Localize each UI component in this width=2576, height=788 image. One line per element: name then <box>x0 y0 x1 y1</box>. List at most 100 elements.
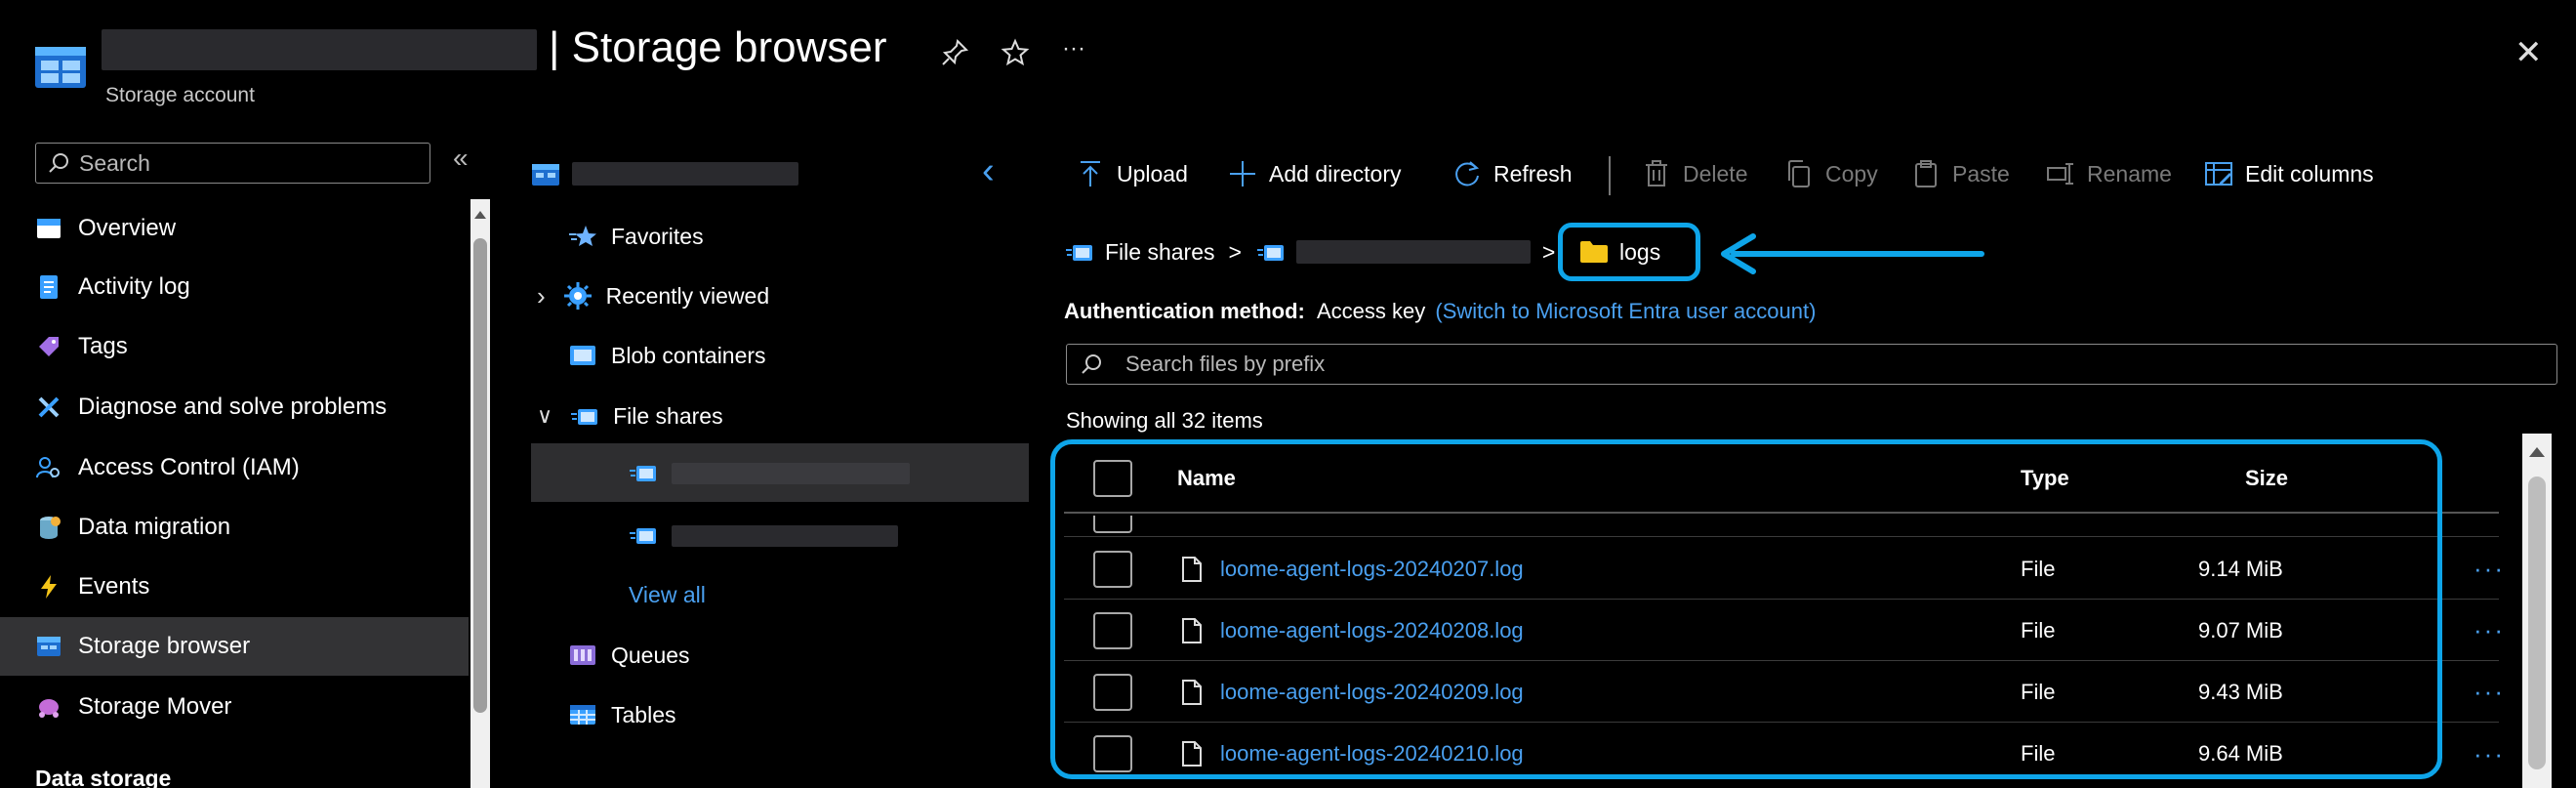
blob-container-icon <box>566 339 599 372</box>
nav-item-label: Diagnose and solve problems <box>78 394 388 420</box>
trash-icon <box>1640 157 1673 190</box>
nav-section-heading: Data storage <box>35 766 172 788</box>
tree-tables[interactable]: Tables <box>566 687 675 742</box>
file-share-icon <box>1255 237 1287 267</box>
toolbar-label: Refresh <box>1493 160 1573 187</box>
nav-data-migration[interactable]: Data migration <box>0 498 469 557</box>
delete-button[interactable]: Delete <box>1640 154 1747 193</box>
nav-scroll-up-arrow[interactable] <box>474 211 486 219</box>
toolbar-label: Paste <box>1952 160 2010 187</box>
collapse-nav-button[interactable]: « <box>453 143 469 174</box>
file-share-icon <box>1064 237 1095 267</box>
file-share-icon <box>627 457 660 488</box>
add-directory-button[interactable]: Add directory <box>1226 154 1402 193</box>
nav-scroll-thumb[interactable] <box>473 238 487 713</box>
expand-chevron-icon[interactable]: › <box>537 281 546 311</box>
share-name-redacted <box>672 463 910 484</box>
tree-recently-viewed[interactable]: › Recently viewed <box>537 269 769 323</box>
nav-storage-browser[interactable]: Storage browser <box>0 617 469 676</box>
nav-search-placeholder: Search <box>79 149 150 176</box>
scroll-thumb[interactable] <box>2528 477 2546 769</box>
copy-icon <box>1782 157 1816 190</box>
breadcrumb-current[interactable]: logs <box>1619 239 1660 266</box>
search-icon <box>1079 352 1104 377</box>
tree-item-label: File shares <box>613 402 723 429</box>
paste-button[interactable]: Paste <box>1909 154 2010 193</box>
toolbar-label: Upload <box>1117 160 1188 187</box>
row-more-button[interactable]: ··· <box>2474 615 2505 645</box>
nav-activity-log[interactable]: Activity log <box>0 258 469 316</box>
nav-overview[interactable]: Overview <box>0 199 469 258</box>
collapse-tree-button[interactable]: ‹ <box>982 150 995 192</box>
view-all-link[interactable]: View all <box>629 582 706 608</box>
diagnose-icon <box>33 392 64 423</box>
row-more-button[interactable]: ··· <box>2474 554 2505 584</box>
search-files-input[interactable]: Search files by prefix <box>1066 344 2557 385</box>
page-title: | Storage browser <box>549 23 887 71</box>
edit-columns-button[interactable]: Edit columns <box>2202 154 2374 193</box>
tag-icon <box>33 331 64 362</box>
nav-scrollbar[interactable] <box>470 199 490 788</box>
file-list-highlight <box>1050 439 2442 779</box>
file-list-scrollbar[interactable] <box>2522 434 2552 788</box>
breadcrumb-separator: > <box>1228 238 1242 265</box>
rename-button[interactable]: Rename <box>2044 154 2172 193</box>
breadcrumb-share-redacted[interactable] <box>1295 240 1531 264</box>
tree-item-label: Recently viewed <box>605 282 770 309</box>
tree-item-label: Queues <box>611 642 690 668</box>
breadcrumb: File shares > > <box>1064 230 1555 273</box>
recently-viewed-icon <box>561 279 594 312</box>
more-options-button[interactable]: ··· <box>1062 35 1085 62</box>
rename-icon <box>2044 157 2077 190</box>
upload-button[interactable]: Upload <box>1074 154 1188 193</box>
overview-icon <box>33 213 64 244</box>
queue-icon <box>566 639 599 672</box>
plus-icon <box>1226 157 1259 190</box>
page-subtitle: Storage account <box>105 84 255 106</box>
toolbar-divider <box>1609 156 1611 195</box>
breadcrumb-file-shares[interactable]: File shares <box>1105 239 1214 266</box>
scroll-up-arrow[interactable] <box>2529 447 2545 457</box>
nav-events[interactable]: Events <box>0 558 469 616</box>
tree-queues[interactable]: Queues <box>566 628 690 683</box>
row-more-button[interactable]: ··· <box>2474 739 2505 769</box>
auth-method: Authentication method: Access key (Switc… <box>1064 299 1816 324</box>
people-icon <box>33 452 64 483</box>
nav-access-control[interactable]: Access Control (IAM) <box>0 438 469 497</box>
search-icon <box>46 150 71 176</box>
edit-columns-icon <box>2202 157 2235 190</box>
row-more-button[interactable]: ··· <box>2474 677 2505 707</box>
tree-blob-containers[interactable]: Blob containers <box>566 328 766 383</box>
tree-item-label: Blob containers <box>611 342 766 368</box>
activity-log-icon <box>33 271 64 303</box>
toolbar-label: Add directory <box>1269 160 1402 187</box>
nav-item-label: Overview <box>78 215 177 241</box>
nav-item-label: Data migration <box>78 514 231 540</box>
tree-file-shares[interactable]: ∨ File shares <box>537 389 723 443</box>
account-node-redacted <box>572 162 798 186</box>
nav-storage-mover[interactable]: Storage Mover <box>0 678 469 736</box>
star-icon[interactable] <box>998 35 1033 70</box>
favorites-icon <box>566 220 599 253</box>
annotation-arrow <box>1714 232 1987 275</box>
nav-tags[interactable]: Tags <box>0 317 469 376</box>
tree-favorites[interactable]: Favorites <box>566 209 704 264</box>
tree-file-share-selected[interactable] <box>531 443 1029 502</box>
tree-file-share-2[interactable] <box>531 506 1029 564</box>
account-name-redacted <box>102 29 537 70</box>
pin-icon[interactable] <box>937 35 972 70</box>
switch-auth-link[interactable]: (Switch to Microsoft Entra user account) <box>1435 299 1816 323</box>
nav-diagnose[interactable]: Diagnose and solve problems <box>0 378 469 436</box>
copy-button[interactable]: Copy <box>1782 154 1878 193</box>
tree-item-label: Tables <box>611 701 676 727</box>
toolbar-label: Copy <box>1825 160 1878 187</box>
collapse-chevron-icon[interactable]: ∨ <box>537 403 552 429</box>
share-name-redacted <box>672 525 898 547</box>
lightning-icon <box>33 571 64 602</box>
nav-search-input[interactable]: Search <box>35 143 430 184</box>
breadcrumb-separator: > <box>1541 238 1556 265</box>
file-share-icon <box>627 519 660 551</box>
close-button[interactable]: ✕ <box>2515 33 2543 72</box>
refresh-button[interactable]: Refresh <box>1451 154 1573 193</box>
paste-icon <box>1909 157 1942 190</box>
